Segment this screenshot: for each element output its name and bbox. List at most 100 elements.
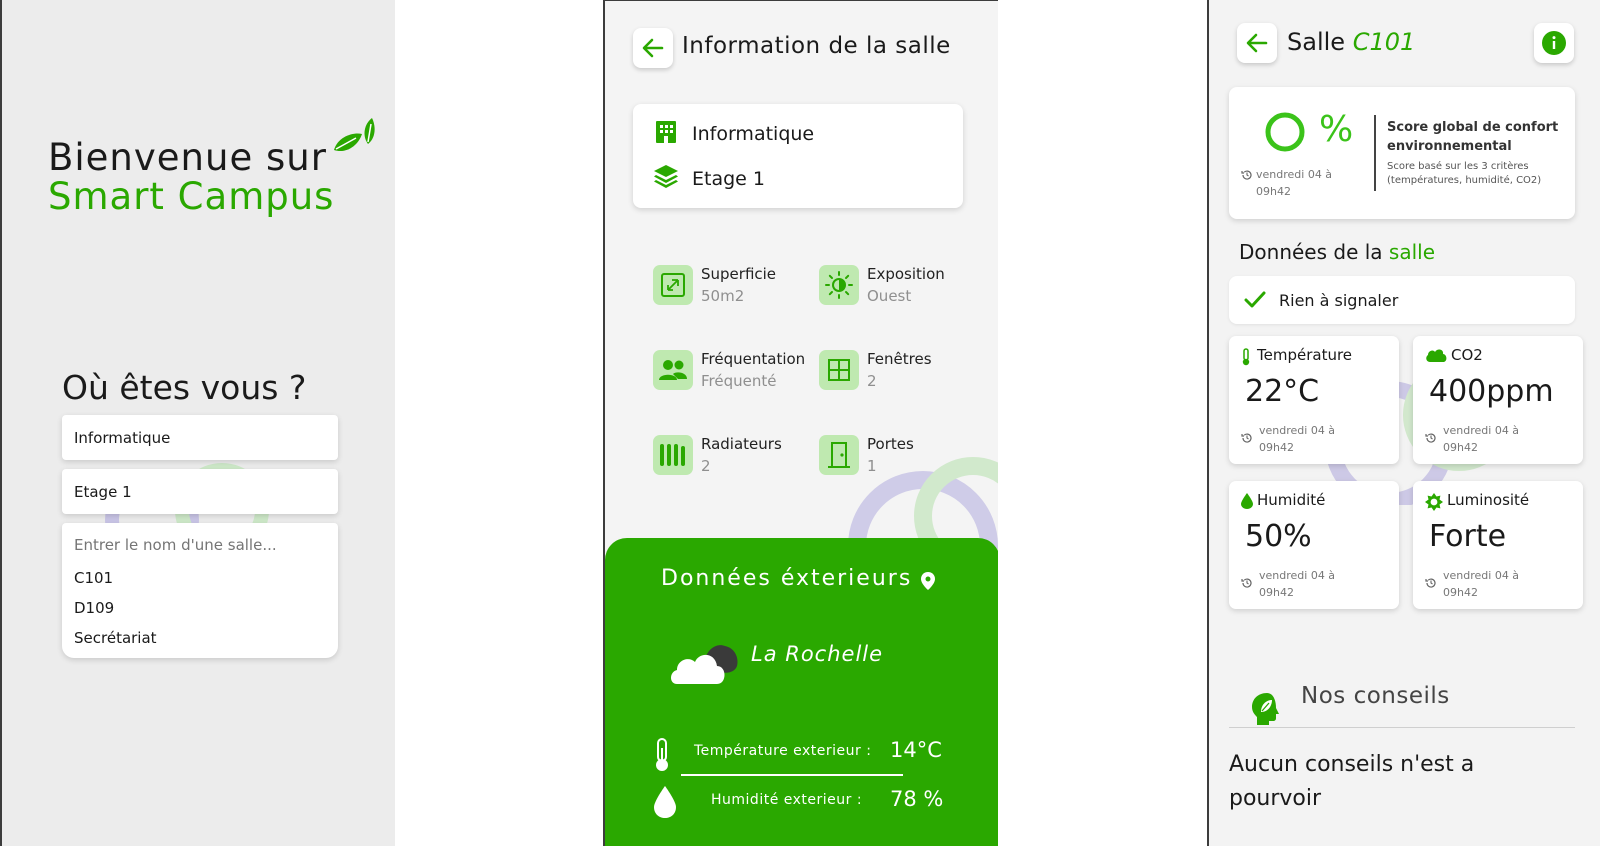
welcome-screen: Bienvenue sur Smart Campus Où êtes vous … [0, 0, 395, 846]
area-icon [653, 265, 693, 305]
sensor-value: 50% [1245, 519, 1312, 554]
room-search-input[interactable] [62, 523, 338, 567]
advice-title: Nos conseils [1301, 683, 1450, 709]
exterior-temp-label: Température exterieur : [694, 743, 872, 759]
score-ring-icon [1265, 112, 1305, 152]
door-icon [819, 435, 859, 475]
cloud-icon [1426, 349, 1447, 362]
drop-icon [654, 786, 676, 818]
welcome-line2: Smart Campus [48, 175, 335, 218]
room-option[interactable]: D109 [74, 599, 114, 617]
room-search-dropdown: C101 D109 Secrétariat [62, 523, 338, 658]
floor-value: Etage 1 [74, 483, 132, 501]
sensor-card-temperature[interactable]: Température 22°C vendredi 04 à 09h42 [1229, 336, 1399, 464]
drop-icon [1241, 493, 1253, 509]
arrow-left-icon [1246, 33, 1268, 53]
stat-value: 2 [701, 457, 711, 475]
score-time: vendredi 04 à 09h42 [1256, 166, 1332, 200]
layers-icon [654, 165, 678, 188]
divider [1374, 115, 1376, 191]
people-icon [653, 350, 693, 390]
sensor-time: vendredi 04 à 09h42 [1443, 422, 1519, 456]
comfort-score-card: % vendredi 04 à 09h42 Score global de co… [1229, 87, 1575, 219]
info-button[interactable] [1534, 23, 1574, 63]
stat-value: 2 [867, 372, 877, 390]
room-info-screen: Information de la salle Informatique Eta… [603, 0, 998, 846]
floor-select[interactable]: Etage 1 [62, 469, 338, 514]
advice-head-icon [1252, 693, 1279, 725]
stat-value: 50m2 [701, 287, 745, 305]
building-select[interactable]: Informatique [62, 415, 338, 460]
arrow-left-icon [642, 38, 664, 58]
sensor-time: vendredi 04 à 09h42 [1259, 567, 1335, 601]
exterior-hum-label: Humidité exterieur : [711, 792, 863, 808]
history-icon [1425, 578, 1436, 588]
floor-name: Etage 1 [692, 168, 765, 190]
sensor-value: 400ppm [1429, 374, 1554, 409]
room-detail-screen: Salle C101 % vendredi 04 à 09h42 Score g… [1207, 0, 1600, 846]
time-line2: 09h42 [1259, 586, 1294, 599]
cloud-icon [671, 645, 738, 684]
history-icon [1241, 170, 1252, 180]
location-question: Où êtes vous ? [62, 368, 307, 407]
room-title: Salle C101 [1287, 28, 1415, 56]
sensor-name: Température [1257, 346, 1353, 364]
room-code: C101 [1352, 28, 1416, 56]
stat-label: Portes [867, 435, 914, 453]
history-icon [1241, 433, 1252, 443]
advice-text: Aucun conseils n'est a pourvoir [1229, 752, 1475, 811]
sensor-value: Forte [1429, 519, 1507, 554]
back-button[interactable] [1237, 23, 1277, 63]
time-line2: 09h42 [1259, 441, 1294, 454]
sensor-name: Humidité [1257, 491, 1326, 509]
room-title-prefix: Salle [1287, 28, 1346, 56]
page-title: Information de la salle [682, 33, 951, 59]
section-title: Données de la salle [1239, 240, 1435, 264]
score-title: Score global de confort environnemental [1387, 120, 1559, 154]
section-title-prefix: Données de la [1239, 240, 1383, 264]
info-icon [1542, 31, 1566, 55]
stat-value: Fréquenté [701, 372, 777, 390]
stat-label: Superficie [701, 265, 777, 283]
time-line2: 09h42 [1443, 441, 1478, 454]
exterior-temp-value: 14°C [890, 738, 942, 762]
radiator-icon [653, 435, 693, 475]
city-name: La Rochelle [751, 642, 884, 666]
brightness-icon [1425, 493, 1443, 511]
leaf-icon [332, 116, 380, 162]
sensor-value: 22°C [1245, 374, 1320, 409]
location-card: Informatique Etage 1 [633, 104, 963, 208]
building-value: Informatique [74, 429, 171, 447]
divider [1229, 727, 1575, 728]
stat-label: Exposition [867, 265, 945, 283]
room-option[interactable]: C101 [74, 569, 113, 587]
sun-icon [819, 265, 859, 305]
welcome-line1: Bienvenue sur [48, 136, 327, 179]
score-time-line1: vendredi 04 à [1256, 168, 1333, 181]
time-line1: vendredi 04 à [1443, 569, 1520, 582]
exterior-title: Données éxterieurs [661, 566, 913, 591]
history-icon [1425, 433, 1436, 443]
exterior-panel: Données éxterieurs La Rochelle Températu… [605, 538, 998, 846]
sensor-name: Luminosité [1447, 491, 1530, 509]
time-line1: vendredi 04 à [1259, 424, 1336, 437]
thermometer-icon [1242, 348, 1250, 366]
sensor-card-humidity[interactable]: Humidité 50% vendredi 04 à 09h42 [1229, 481, 1399, 609]
time-line1: vendredi 04 à [1259, 569, 1336, 582]
time-line1: vendredi 04 à [1443, 424, 1520, 437]
check-icon [1244, 291, 1266, 308]
building-icon [656, 121, 676, 143]
sensor-card-luminosity[interactable]: Luminosité Forte vendredi 04 à 09h42 [1413, 481, 1583, 609]
sensor-card-co2[interactable]: CO2 400ppm vendredi 04 à 09h42 [1413, 336, 1583, 464]
location-pin-icon [921, 572, 935, 590]
room-option[interactable]: Secrétariat [74, 629, 157, 647]
status-card: Rien à signaler [1229, 276, 1575, 324]
score-time-line2: 09h42 [1256, 185, 1291, 198]
stat-label: Radiateurs [701, 435, 782, 453]
back-button[interactable] [633, 28, 673, 68]
score-subtitle: Score basé sur les 3 critères (températu… [1387, 161, 1542, 186]
stat-value: 1 [867, 457, 877, 475]
divider [681, 774, 903, 776]
thermometer-icon [656, 738, 668, 771]
score-symbol: % [1319, 109, 1354, 150]
